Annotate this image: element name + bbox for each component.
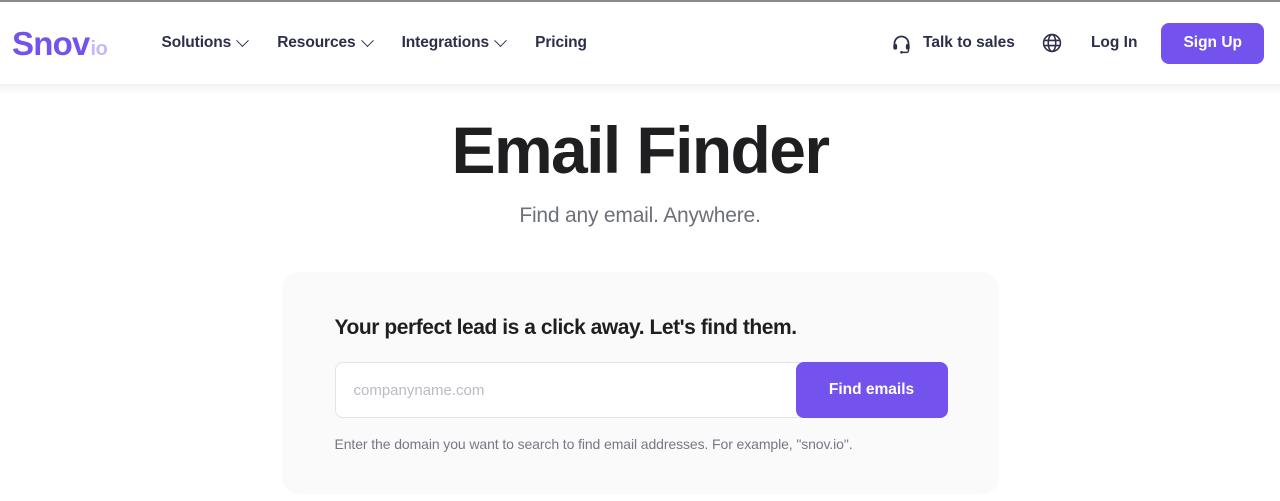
page-title: Email Finder	[451, 113, 831, 187]
logo-text-main: Snov	[12, 24, 90, 62]
logo-text-suffix: io	[90, 37, 108, 60]
nav-item-solutions[interactable]: Solutions	[161, 33, 250, 52]
snov-logo[interactable]: Snov io	[10, 24, 108, 62]
main-navigation: Solutions Resources Integrations Pricing	[161, 33, 587, 52]
domain-search-hint: Enter the domain you want to search to f…	[334, 436, 853, 453]
language-selector-button[interactable]	[1041, 32, 1063, 54]
email-finder-card: Your perfect lead is a click away. Let's…	[282, 272, 998, 493]
nav-label-resources: Resources	[277, 34, 356, 51]
nav-label-integrations: Integrations	[401, 34, 490, 51]
nav-item-integrations[interactable]: Integrations	[401, 33, 507, 52]
nav-item-resources[interactable]: Resources	[277, 33, 374, 52]
card-heading: Your perfect lead is a click away. Let's…	[334, 316, 798, 340]
login-link[interactable]: Log In	[1091, 34, 1138, 52]
site-header: Snov io Solutions Resources Integrations …	[0, 2, 1280, 94]
globe-icon	[1041, 32, 1063, 54]
nav-label-solutions: Solutions	[161, 34, 232, 51]
chevron-down-icon	[494, 33, 507, 47]
talk-to-sales-button[interactable]: Talk to sales	[891, 33, 1015, 54]
headset-icon	[891, 33, 912, 54]
hero-section: Email Finder Find any email. Anywhere.	[0, 84, 1280, 228]
find-emails-button[interactable]: Find emails	[795, 362, 948, 419]
page-subtitle: Find any email. Anywhere.	[519, 204, 761, 228]
domain-search-form: Find emails	[334, 362, 948, 419]
search-card-wrapper: Your perfect lead is a click away. Let's…	[0, 272, 1280, 493]
header-actions: Talk to sales Log In Sign Up	[891, 22, 1264, 64]
chevron-down-icon	[236, 33, 250, 47]
talk-to-sales-label: Talk to sales	[923, 34, 1015, 51]
chevron-down-icon	[360, 33, 374, 47]
nav-item-pricing[interactable]: Pricing	[535, 34, 587, 52]
signup-button[interactable]: Sign Up	[1161, 22, 1264, 64]
nav-label-pricing: Pricing	[535, 34, 587, 51]
page-main: Email Finder Find any email. Anywhere. Y…	[0, 84, 1280, 493]
